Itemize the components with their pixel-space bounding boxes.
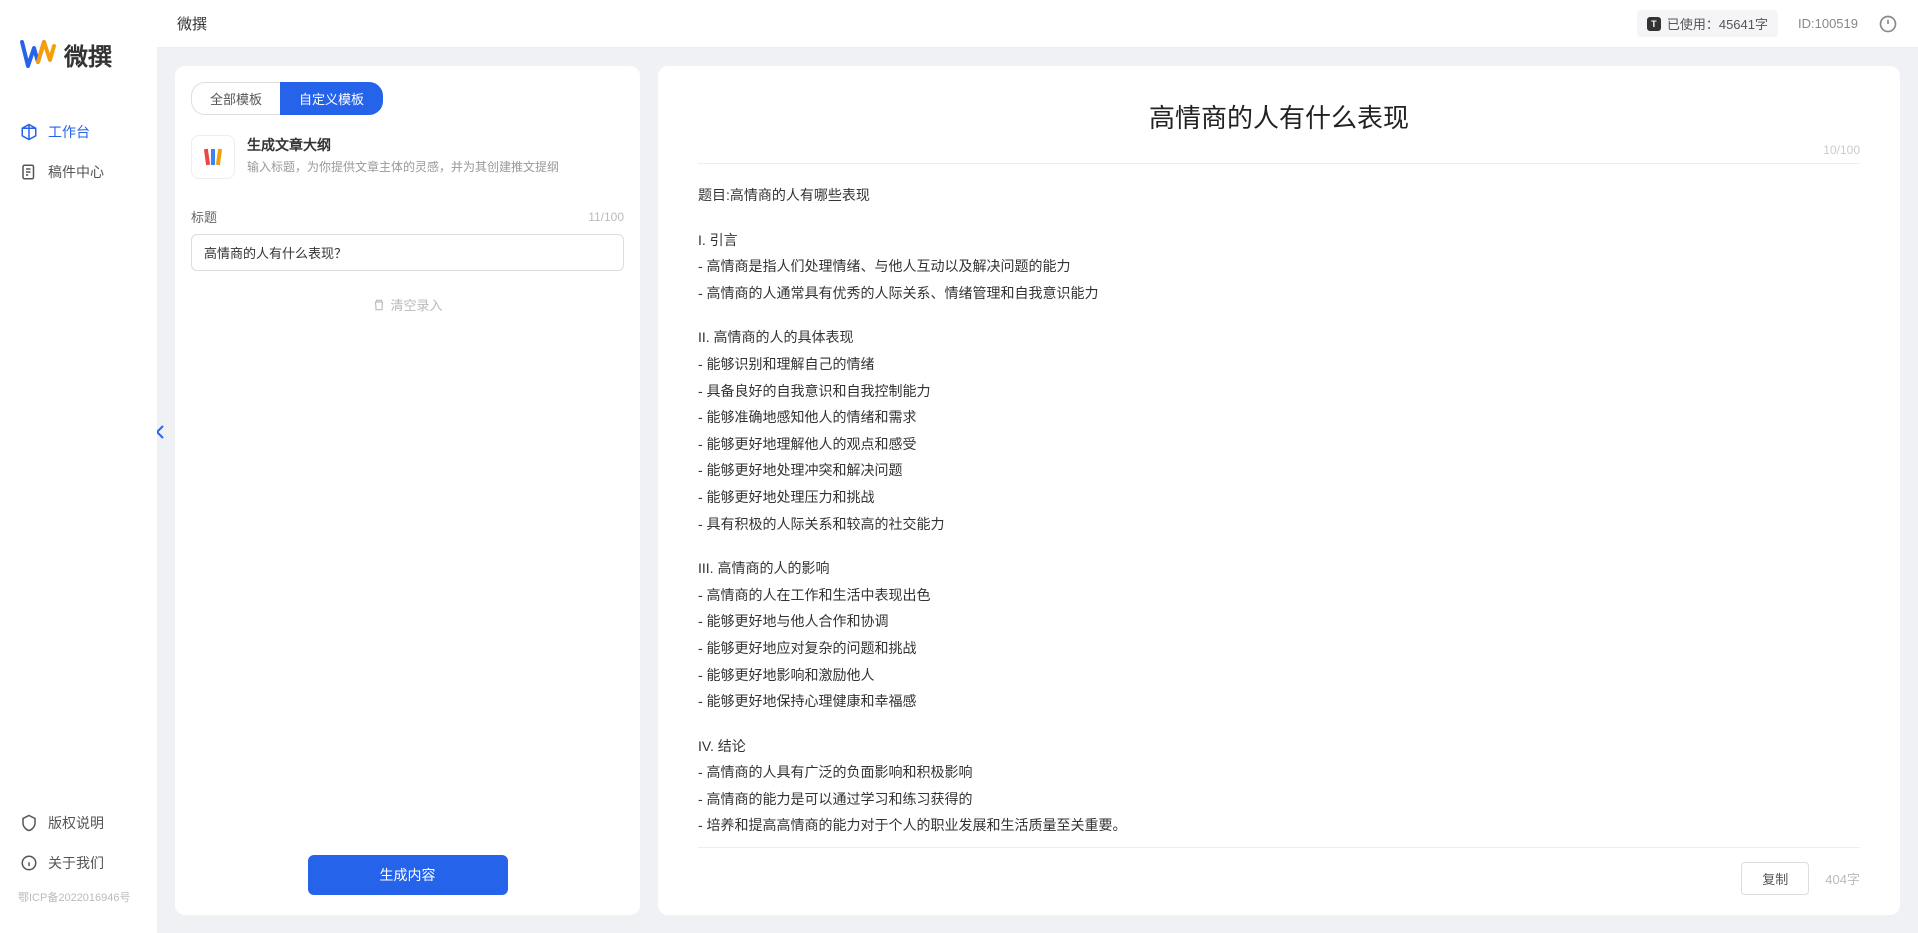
template-info: 生成文章大纲 输入标题，为你提供文章主体的灵感，并为其创建推文提纲: [175, 115, 640, 199]
sidebar-item-label: 关于我们: [48, 853, 104, 873]
main: 微撰 T 已使用：45641字 ID:100519 全部模板 自定义模板: [157, 0, 1918, 933]
tab-all-templates[interactable]: 全部模板: [191, 82, 280, 115]
left-panel: 全部模板 自定义模板 生成文章大纲 输入标题，为你提供文章主体的灵感，并为其创建…: [175, 66, 640, 915]
title-input[interactable]: [191, 234, 624, 271]
output-line: - 高情商的能力是可以通过学习和练习获得的: [698, 786, 1860, 813]
info-icon: [20, 854, 38, 872]
content-area: 全部模板 自定义模板 生成文章大纲 输入标题，为你提供文章主体的灵感，并为其创建…: [157, 48, 1918, 933]
clear-text: 清空录入: [390, 295, 442, 314]
right-panel: 高情商的人有什么表现 10/100 题目:高情商的人有哪些表现I. 引言- 高情…: [658, 66, 1900, 915]
form-label-row: 标题 11/100: [191, 207, 624, 226]
word-count: 404字: [1825, 869, 1860, 888]
output-line: - 高情商的人通常具有优秀的人际关系、情绪管理和自我意识能力: [698, 280, 1860, 307]
document-icon: [20, 163, 38, 181]
power-icon[interactable]: [1878, 14, 1898, 34]
output-line: - 具有积极的人际关系和较高的社交能力: [698, 511, 1860, 538]
template-icon: [191, 135, 235, 179]
output-line: - 培养和提高高情商的能力对于个人的职业发展和生活质量至关重要。: [698, 812, 1860, 837]
output-line: 题目:高情商的人有哪些表现: [698, 182, 1860, 209]
form-label: 标题: [191, 207, 217, 226]
output-line: - 高情商的人在工作和生活中表现出色: [698, 582, 1860, 609]
sidebar-item-label: 版权说明: [48, 813, 104, 833]
tab-custom-templates[interactable]: 自定义模板: [280, 82, 383, 115]
output-title: 高情商的人有什么表现: [698, 86, 1860, 143]
shield-icon: [20, 814, 38, 832]
sidebar-item-label: 稿件中心: [48, 162, 104, 182]
sidebar-item-workbench[interactable]: 工作台: [0, 112, 157, 152]
output-line: - 能够更好地处理压力和挑战: [698, 484, 1860, 511]
sidebar-item-label: 工作台: [48, 122, 90, 142]
output-line: - 能够准确地感知他人的情绪和需求: [698, 404, 1860, 431]
generate-button[interactable]: 生成内容: [308, 855, 508, 895]
output-line: II. 高情商的人的具体表现: [698, 324, 1860, 351]
user-id: ID:100519: [1798, 16, 1858, 31]
clear-button[interactable]: 清空录入: [191, 295, 624, 314]
output-line: IV. 结论: [698, 733, 1860, 760]
books-icon: [201, 145, 225, 169]
output-line: - 高情商的人具有广泛的负面影响和积极影响: [698, 759, 1860, 786]
cube-icon: [20, 123, 38, 141]
topbar-right: T 已使用：45641字 ID:100519: [1637, 10, 1898, 37]
form-section: 标题 11/100 清空录入: [175, 199, 640, 839]
usage-label: 已使用：45641字: [1667, 14, 1768, 33]
output-line: - 能够识别和理解自己的情绪: [698, 351, 1860, 378]
output-line: - 能够更好地影响和激励他人: [698, 662, 1860, 689]
copy-button[interactable]: 复制: [1741, 862, 1809, 895]
output-line: I. 引言: [698, 227, 1860, 254]
output-line: - 高情商是指人们处理情绪、与他人互动以及解决问题的能力: [698, 253, 1860, 280]
output-line: - 能够更好地保持心理健康和幸福感: [698, 688, 1860, 715]
collapse-handle[interactable]: [157, 422, 167, 447]
usage-badge[interactable]: T 已使用：45641字: [1637, 10, 1778, 37]
nav-items: 工作台 稿件中心: [0, 112, 157, 803]
output-line: III. 高情商的人的影响: [698, 555, 1860, 582]
output-footer: 复制 404字: [698, 847, 1860, 895]
output-line: - 能够更好地处理冲突和解决问题: [698, 457, 1860, 484]
sidebar: 微撰 工作台 稿件中心 版权说明: [0, 0, 157, 933]
topbar: 微撰 T 已使用：45641字 ID:100519: [157, 0, 1918, 48]
template-title: 生成文章大纲: [247, 135, 559, 155]
output-line: - 能够更好地应对复杂的问题和挑战: [698, 635, 1860, 662]
sidebar-item-about[interactable]: 关于我们: [0, 843, 157, 883]
text-icon: T: [1647, 17, 1661, 31]
topbar-title: 微撰: [177, 13, 207, 34]
output-line: - 能够更好地理解他人的观点和感受: [698, 431, 1860, 458]
icp-text: 鄂ICP备2022016946号: [0, 883, 157, 911]
output-line: - 能够更好地与他人合作和协调: [698, 608, 1860, 635]
template-text: 生成文章大纲 输入标题，为你提供文章主体的灵感，并为其创建推文提纲: [247, 135, 559, 176]
output-header-count: 10/100: [1823, 143, 1860, 157]
logo-icon: [20, 36, 56, 72]
output-line: - 具备良好的自我意识和自我控制能力: [698, 378, 1860, 405]
tabs: 全部模板 自定义模板: [175, 66, 640, 115]
template-desc: 输入标题，为你提供文章主体的灵感，并为其创建推文提纲: [247, 159, 559, 176]
sidebar-item-drafts[interactable]: 稿件中心: [0, 152, 157, 192]
logo-text: 微撰: [64, 37, 112, 72]
char-count: 11/100: [588, 210, 624, 224]
output-header: 10/100: [698, 143, 1860, 164]
trash-icon: [372, 298, 386, 312]
logo: 微撰: [0, 12, 157, 112]
sidebar-item-copyright[interactable]: 版权说明: [0, 803, 157, 843]
output-body: 题目:高情商的人有哪些表现 I. 引言- 高情商是指人们处理情绪、与他人互动以及解…: [698, 182, 1860, 837]
bottom-nav: 版权说明 关于我们 鄂ICP备2022016946号: [0, 803, 157, 921]
